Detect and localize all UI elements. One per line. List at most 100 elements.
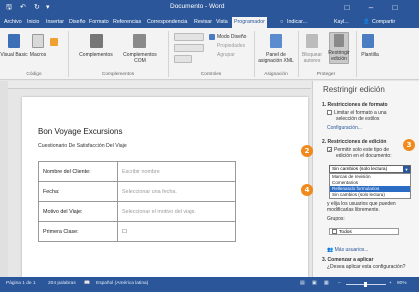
zoom-level[interactable]: 90% <box>397 281 407 286</box>
com-addins-icon <box>133 34 146 48</box>
table-row: Nombre del Cliente: Escribir nombre <box>38 161 236 182</box>
restrict-editing-pane: Restringir edición 1. Restricciones de f… <box>312 81 419 277</box>
group-codigo: Código <box>26 72 42 77</box>
macro-security-icon[interactable] <box>50 38 58 46</box>
tab-correspondencia[interactable]: Correspondencia <box>147 17 187 28</box>
tab-vista[interactable]: Vista <box>216 17 228 28</box>
document-title: Bon Voyage Excursions <box>38 127 123 136</box>
share-button[interactable]: Compartir <box>372 17 395 28</box>
step-badge-4: 4 <box>301 184 313 196</box>
name-content-control[interactable]: Escribir nombre <box>117 161 236 182</box>
tab-insertar[interactable]: Insertar <box>46 17 64 28</box>
allow-editing-checkbox[interactable]: ✓ <box>327 147 332 154</box>
lightbulb-icon: ○ <box>280 19 284 25</box>
horizontal-ruler <box>8 81 311 89</box>
group-controles: Controles <box>200 72 222 77</box>
list-controls-icon[interactable] <box>174 44 204 52</box>
first-class-checkbox[interactable]: ☐ <box>117 221 236 242</box>
modo-diseno-button[interactable]: Modo Diseño <box>217 34 246 40</box>
tab-inicio[interactable]: Inicio <box>27 17 39 28</box>
redo-icon[interactable]: ↻ <box>34 3 40 13</box>
page-count[interactable]: Página 1 de 1 <box>6 281 36 286</box>
tab-programador[interactable]: Programador <box>232 17 267 28</box>
proofing-icon[interactable]: 📖 <box>84 281 90 286</box>
window-title: Documento - Word <box>170 3 225 10</box>
visual-basic-icon <box>8 34 20 48</box>
editing-type-dropdown[interactable]: Sin cambios (solo lectura) ▼ <box>329 165 411 173</box>
vertical-ruler <box>0 81 8 277</box>
legacy-tools-icon[interactable] <box>174 55 192 63</box>
save-icon[interactable]: 🖫 <box>6 3 12 13</box>
design-mode-icon <box>209 34 215 40</box>
zoom-slider-thumb[interactable] <box>364 282 367 287</box>
panel-asignacion-button[interactable]: Panel de asignación XML <box>256 52 296 64</box>
group-separator <box>356 31 357 77</box>
bloquear-autores-button[interactable]: Bloquear autores <box>298 52 326 64</box>
limit-formatting-checkbox[interactable] <box>327 110 332 115</box>
group-separator <box>68 31 69 77</box>
group-todos-checkbox[interactable] <box>332 229 337 234</box>
group-separator <box>168 31 169 77</box>
tab-referencias[interactable]: Referencias <box>113 17 141 28</box>
editing-type-options: Marcas de revisión Comentarios Rellenand… <box>329 173 411 199</box>
document-page[interactable]: Bon Voyage Excursions Cuestionario De Sa… <box>22 97 308 277</box>
users-icon: 👥 <box>327 247 334 253</box>
minimize-button[interactable]: – <box>359 0 383 16</box>
more-users-link[interactable]: 👥 Más usuarios... <box>327 247 369 253</box>
zoom-in-icon[interactable]: + <box>389 281 392 286</box>
option-sin-cambios[interactable]: Sin cambios (solo lectura) <box>330 192 410 198</box>
tab-formato[interactable]: Formato <box>89 17 109 28</box>
zoom-out-icon[interactable]: – <box>338 281 341 286</box>
visual-basic-button[interactable]: Visual Basic <box>0 52 28 58</box>
word-count[interactable]: 204 palabras <box>48 281 76 286</box>
field-label: Primera Clase: <box>38 221 118 242</box>
limit-formatting-label-2: selección de estilos <box>336 116 380 122</box>
form-table: Nombre del Cliente: Escribir nombre Fech… <box>38 161 236 242</box>
ribbon-options-icon[interactable]: □ <box>335 0 359 16</box>
user-name[interactable]: Kayl... <box>334 17 349 28</box>
print-layout-icon[interactable]: ▣ <box>312 281 317 286</box>
block-authors-icon <box>306 34 318 48</box>
date-picker-control[interactable]: Seleccionar una fecha. <box>117 181 236 202</box>
tab-diseno[interactable]: Diseño <box>69 17 86 28</box>
share-icon: 👤 <box>363 19 370 25</box>
plantilla-button[interactable]: Plantilla <box>358 52 382 58</box>
complementos-button[interactable]: Complementos <box>74 52 118 58</box>
xml-mapping-icon <box>270 34 282 48</box>
reason-dropdown-control[interactable]: Seleccionar el motivo del viaje. <box>117 201 236 222</box>
lock-icon <box>334 34 344 47</box>
field-label: Fecha: <box>38 181 118 202</box>
read-mode-icon[interactable]: ▤ <box>300 281 305 286</box>
group-todos-label: Todos <box>339 230 352 235</box>
agrupar-button[interactable]: Agrupar <box>217 52 235 58</box>
step-badge-3: 3 <box>403 139 415 151</box>
tab-archivo[interactable]: Archivo <box>4 17 22 28</box>
group-asignacion: Asignación <box>264 72 288 77</box>
restringir-edicion-button[interactable]: Restringir edición <box>327 50 351 62</box>
maximize-button[interactable]: □ <box>383 0 407 16</box>
group-todos-entry[interactable]: Todos <box>329 228 399 235</box>
field-label: Motivo del Viaje: <box>38 201 118 222</box>
settings-link[interactable]: Configuración... <box>327 125 362 131</box>
undo-icon[interactable]: ↶ <box>20 3 26 13</box>
groups-label: Grupos: <box>327 216 345 222</box>
language-indicator[interactable]: Español (América latina) <box>96 281 148 286</box>
group-complementos: Complementos <box>101 72 135 77</box>
start-enforcement-text: ¿Desea aplicar esta configuración? <box>327 264 406 270</box>
complementos-com-button[interactable]: Complementos COM <box>118 52 162 64</box>
chevron-down-icon[interactable]: ▼ <box>403 166 410 173</box>
more-users-label: Más usuarios... <box>334 247 369 253</box>
field-label: Nombre del Cliente: <box>38 161 118 182</box>
quick-access-menu-icon[interactable]: ▾ <box>46 3 50 13</box>
tell-me-search[interactable]: Indicar... <box>287 17 307 28</box>
addins-icon <box>90 34 103 48</box>
propiedades-button[interactable]: Propiedades <box>217 43 245 49</box>
table-row: Primera Clase: ☐ <box>38 221 236 242</box>
formatting-restrictions-heading: 1. Restricciones de formato <box>322 102 388 108</box>
text-controls-icon[interactable] <box>174 33 204 41</box>
tab-revisar[interactable]: Revisar <box>194 17 212 28</box>
menu-bar: Archivo Inicio Insertar Diseño Formato R… <box>0 16 419 28</box>
web-layout-icon[interactable]: ▦ <box>324 281 329 286</box>
macros-button[interactable]: Macros <box>28 52 48 58</box>
start-enforcement-heading: 3. Comenzar a aplicar <box>322 257 374 263</box>
